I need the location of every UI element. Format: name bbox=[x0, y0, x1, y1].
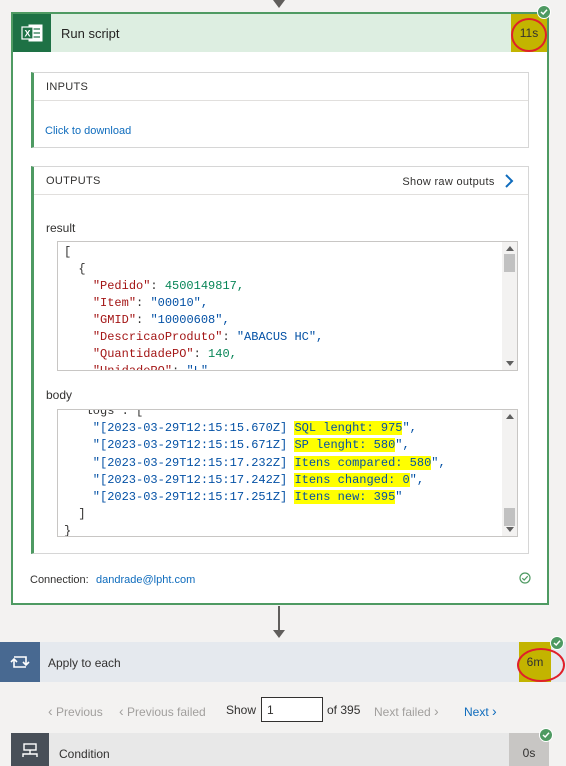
chevron-left-icon: ‹ bbox=[48, 703, 53, 719]
show-label: Show bbox=[226, 703, 257, 717]
loop-icon bbox=[0, 642, 40, 682]
chevron-right-icon bbox=[505, 174, 514, 188]
result-code-line: { bbox=[64, 262, 86, 276]
apply-to-each-header[interactable]: Apply to each 6m bbox=[0, 642, 566, 682]
body-code-line: "[2023-03-29T12:15:15.671Z] SP lenght: 5… bbox=[64, 438, 410, 453]
apply-to-each-title: Apply to each bbox=[48, 656, 121, 670]
connection-status-check-icon bbox=[519, 572, 531, 584]
show-raw-outputs-button[interactable]: Show raw outputs bbox=[402, 174, 514, 188]
scroll-up-icon[interactable] bbox=[506, 414, 514, 419]
connector-middle bbox=[278, 606, 280, 632]
result-code-line: [ bbox=[64, 245, 72, 259]
connection-label: Connection: bbox=[30, 574, 89, 586]
show-raw-outputs-label: Show raw outputs bbox=[402, 176, 495, 188]
run-script-header[interactable]: X Run script 11s bbox=[13, 14, 547, 52]
previous-button[interactable]: ‹ Previous bbox=[48, 703, 103, 719]
inputs-heading: INPUTS bbox=[46, 81, 89, 93]
run-script-success-check-icon bbox=[537, 5, 551, 19]
highlighted-log-message: Itens changed: 0 bbox=[294, 472, 410, 487]
svg-text:X: X bbox=[24, 29, 30, 39]
body-scrollbar[interactable] bbox=[502, 410, 517, 536]
body-code-line: } bbox=[64, 524, 72, 537]
connector-top-arrowhead bbox=[273, 0, 285, 8]
scroll-down-icon[interactable] bbox=[506, 361, 514, 366]
chevron-left-icon: ‹ bbox=[119, 703, 124, 719]
result-code-line: "GMID": "10000608", bbox=[92, 313, 230, 327]
result-code-box[interactable]: [ { "Pedido": 4500149817, "Item": "00010… bbox=[57, 241, 518, 371]
previous-failed-label: Previous failed bbox=[127, 705, 206, 719]
click-to-download-link[interactable]: Click to download bbox=[45, 125, 131, 137]
next-label: Next bbox=[464, 705, 489, 719]
outputs-heading: OUTPUTS bbox=[46, 175, 101, 187]
body-scroll-thumb[interactable] bbox=[504, 508, 515, 526]
body-code-line: "[2023-03-29T12:15:17.242Z] Itens change… bbox=[64, 472, 425, 487]
result-code-line: "DescricaoProduto": "ABACUS HC", bbox=[92, 330, 324, 344]
condition-success-check-icon bbox=[539, 728, 553, 742]
highlighted-log-message: Itens new: 395 bbox=[294, 490, 396, 504]
result-code-line: "Item": "00010", bbox=[92, 296, 209, 310]
body-code-line: ] bbox=[64, 507, 86, 522]
inputs-heading-bar: INPUTS bbox=[34, 73, 528, 101]
chevron-right-icon: › bbox=[434, 703, 439, 719]
connector-middle-arrowhead bbox=[273, 630, 285, 638]
chevron-right-icon: › bbox=[492, 703, 497, 719]
previous-failed-button[interactable]: ‹ Previous failed bbox=[119, 703, 206, 719]
scroll-up-icon[interactable] bbox=[506, 246, 514, 251]
apply-duration-annotation-circle bbox=[517, 648, 565, 682]
body-code-line: "logs": [ bbox=[64, 409, 144, 418]
condition-title: Condition bbox=[59, 747, 110, 761]
highlighted-log-message: SP lenght: 580 bbox=[294, 438, 396, 453]
next-failed-label: Next failed bbox=[374, 705, 431, 719]
page-number-input[interactable] bbox=[261, 697, 323, 722]
body-code-line: "[2023-03-29T12:15:17.232Z] Itens compar… bbox=[64, 455, 446, 470]
previous-label: Previous bbox=[56, 705, 103, 719]
run-script-title: Run script bbox=[61, 26, 120, 41]
inputs-panel: INPUTS Click to download bbox=[31, 72, 529, 148]
body-code-line: "[2023-03-29T12:15:17.251Z] Itens new: 3… bbox=[64, 490, 403, 504]
result-label: result bbox=[46, 221, 76, 235]
scroll-down-icon[interactable] bbox=[506, 527, 514, 532]
body-code-box[interactable]: "logs": [ "[2023-03-29T12:15:15.670Z] SQ… bbox=[57, 409, 518, 537]
result-code-line: "Pedido": 4500149817, bbox=[92, 279, 245, 293]
condition-header[interactable]: Condition 0s bbox=[11, 733, 549, 766]
body-code-line: "[2023-03-29T12:15:15.670Z] SQL lenght: … bbox=[64, 421, 417, 436]
condition-icon bbox=[11, 733, 49, 766]
result-code-line: "QuantidadePO": 140, bbox=[92, 347, 237, 361]
result-code-line: "UnidadePO": "L", bbox=[92, 364, 216, 371]
body-label: body bbox=[46, 388, 73, 402]
next-button[interactable]: Next › bbox=[464, 703, 497, 719]
of-total-label: of 395 bbox=[327, 703, 361, 717]
excel-icon: X bbox=[13, 14, 51, 52]
outputs-heading-bar: OUTPUTS Show raw outputs bbox=[34, 167, 528, 195]
connection-account-link[interactable]: dandrade@lpht.com bbox=[96, 574, 195, 586]
result-scrollbar[interactable] bbox=[502, 242, 517, 370]
next-failed-button[interactable]: Next failed › bbox=[374, 703, 439, 719]
duration-annotation-circle bbox=[511, 18, 547, 52]
highlighted-log-message: Itens compared: 580 bbox=[294, 455, 432, 470]
apply-success-check-icon bbox=[550, 636, 564, 650]
result-scroll-thumb[interactable] bbox=[504, 254, 515, 272]
outputs-panel: OUTPUTS Show raw outputs result [ { "Ped… bbox=[31, 166, 529, 554]
highlighted-log-message: SQL lenght: 975 bbox=[294, 421, 403, 436]
run-script-card: X Run script 11s INPUTS Click to downloa… bbox=[11, 12, 549, 605]
